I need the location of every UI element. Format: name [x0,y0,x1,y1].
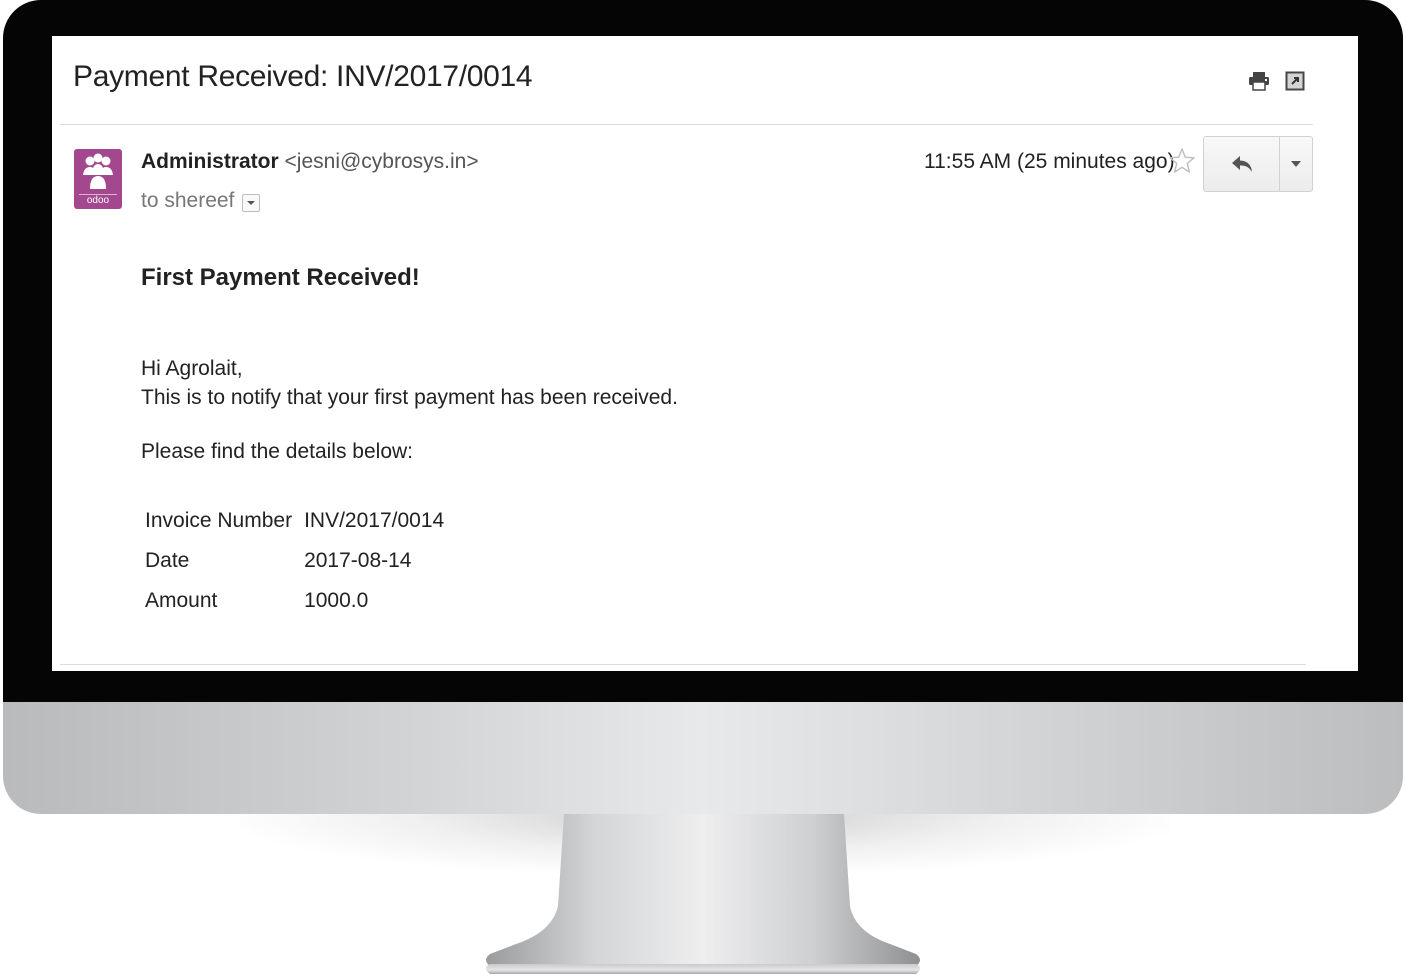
chevron-down-icon [1291,161,1301,167]
reply-icon [1231,156,1252,172]
table-row: Amount 1000.0 [143,581,454,621]
recipient-text: to shereef [141,189,235,212]
greeting-line: Hi Agrolait, [141,357,243,380]
detail-value: 2017-08-14 [304,549,412,572]
notification-line: This is to notify that your first paymen… [141,386,678,409]
monitor-stand [486,814,920,974]
body-greeting: Hi Agrolait, This is to notify that your… [141,354,678,412]
star-icon[interactable] [1168,147,1196,175]
reply-button[interactable] [1204,137,1280,191]
detail-value: 1000.0 [304,589,369,612]
recipient-line: to shereef [141,189,261,213]
details-intro: Please find the details below: [141,440,414,463]
detail-value: INV/2017/0014 [304,509,445,532]
table-row: Date 2017-08-14 [143,541,454,581]
table-row: Invoice Number INV/2017/0014 [143,501,454,541]
email-view: Payment Received: INV/2017/0014 odoo Adm… [52,36,1358,671]
sender-name[interactable]: Administrator [141,150,279,173]
new-window-icon[interactable] [1284,70,1306,92]
body-heading: First Payment Received! [141,264,420,291]
payment-details-table: Invoice Number INV/2017/0014 Date 2017-0… [143,501,454,621]
email-subject: Payment Received: INV/2017/0014 [73,60,533,93]
email-body: First Payment Received! Hi Agrolait, Thi… [141,264,678,612]
footer-divider [60,664,1306,665]
recipient-details-button[interactable] [242,193,261,212]
monitor-chin [3,702,1403,814]
detail-label: Invoice Number [145,509,293,532]
reply-button-group [1203,136,1313,192]
detail-label: Amount [145,589,218,612]
chevron-down-icon [247,200,256,205]
monitor-frame: Payment Received: INV/2017/0014 odoo Adm… [0,0,1406,978]
header-divider [60,124,1313,125]
print-icon[interactable] [1248,70,1270,92]
sender-line: Administrator <jesni@cybrosys.in> [141,150,479,174]
avatar[interactable]: odoo [74,149,122,209]
more-actions-button[interactable] [1280,137,1312,191]
email-timestamp: 11:55 AM (25 minutes ago) [924,150,1175,173]
email-top-actions [1248,70,1306,92]
detail-label: Date [145,549,190,572]
avatar-logo-text: odoo [79,194,117,207]
group-icon [83,153,113,189]
sender-email: <jesni@cybrosys.in> [284,150,479,173]
